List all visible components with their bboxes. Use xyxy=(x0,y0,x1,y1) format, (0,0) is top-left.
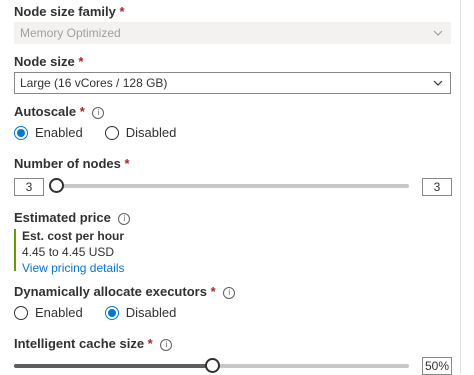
node-size-label: Node size * xyxy=(14,54,84,69)
view-pricing-link[interactable]: View pricing details xyxy=(22,261,222,275)
required-mark: * xyxy=(119,4,125,19)
dynamic-executors-label: Dynamically allocate executors * i xyxy=(14,284,236,299)
autoscale-label: Autoscale * i xyxy=(14,104,105,119)
price-title: Est. cost per hour xyxy=(22,229,125,243)
cache-slider-track[interactable] xyxy=(14,358,409,373)
info-icon[interactable]: i xyxy=(160,339,173,351)
radio-label: Enabled xyxy=(35,125,83,140)
info-icon[interactable]: i xyxy=(118,213,131,225)
required-mark: * xyxy=(124,156,130,171)
node-size-family-dropdown: Memory Optimized xyxy=(14,22,451,44)
intelligent-cache-label: Intelligent cache size * i xyxy=(14,336,173,351)
info-icon[interactable]: i xyxy=(92,107,105,119)
required-mark: * xyxy=(147,336,153,351)
node-size-family-value: Memory Optimized xyxy=(20,26,121,40)
max-nodes-input[interactable]: 3 xyxy=(422,178,452,196)
radio-circle[interactable] xyxy=(104,305,119,320)
executors-enabled-radio[interactable]: Enabled xyxy=(14,305,83,320)
autoscale-disabled-radio[interactable]: Disabled xyxy=(104,125,177,140)
node-size-family-label: Node size family * xyxy=(14,4,125,19)
autoscale-enabled-radio[interactable]: Enabled xyxy=(14,125,83,140)
executors-disabled-radio[interactable]: Disabled xyxy=(104,305,177,320)
min-nodes-input[interactable]: 3 xyxy=(14,178,44,196)
chevron-down-icon xyxy=(433,80,443,86)
dynamic-executors-radio-group: Enabled Disabled xyxy=(14,305,176,320)
node-size-value: Large (16 vCores / 128 GB) xyxy=(20,76,168,90)
required-mark: * xyxy=(78,54,84,69)
radio-circle[interactable] xyxy=(104,125,119,140)
required-mark: * xyxy=(79,104,85,119)
radio-label: Enabled xyxy=(35,305,83,320)
estimated-price-label: Estimated price i xyxy=(14,210,131,225)
nodes-slider-thumb[interactable] xyxy=(49,178,64,193)
chevron-down-icon xyxy=(433,30,443,36)
cache-slider-thumb[interactable] xyxy=(204,358,220,373)
node-size-dropdown[interactable]: Large (16 vCores / 128 GB) xyxy=(14,72,451,94)
page-scrollbar[interactable] xyxy=(460,0,474,374)
nodes-slider-track[interactable] xyxy=(49,178,409,193)
autoscale-radio-group: Enabled Disabled xyxy=(14,125,176,140)
cache-slider-fill xyxy=(14,364,212,368)
info-icon[interactable]: i xyxy=(223,287,236,299)
price-range: 4.45 to 4.45 USD xyxy=(22,245,115,259)
radio-circle[interactable] xyxy=(14,305,28,320)
radio-circle[interactable] xyxy=(14,125,28,140)
radio-label: Disabled xyxy=(125,125,177,140)
number-of-nodes-label: Number of nodes * xyxy=(14,156,130,171)
cache-size-input[interactable]: 50% xyxy=(422,357,452,375)
price-box: Est. cost per hour 4.45 to 4.45 USD View… xyxy=(14,229,222,275)
radio-label: Disabled xyxy=(125,305,177,320)
required-mark: * xyxy=(210,284,216,299)
